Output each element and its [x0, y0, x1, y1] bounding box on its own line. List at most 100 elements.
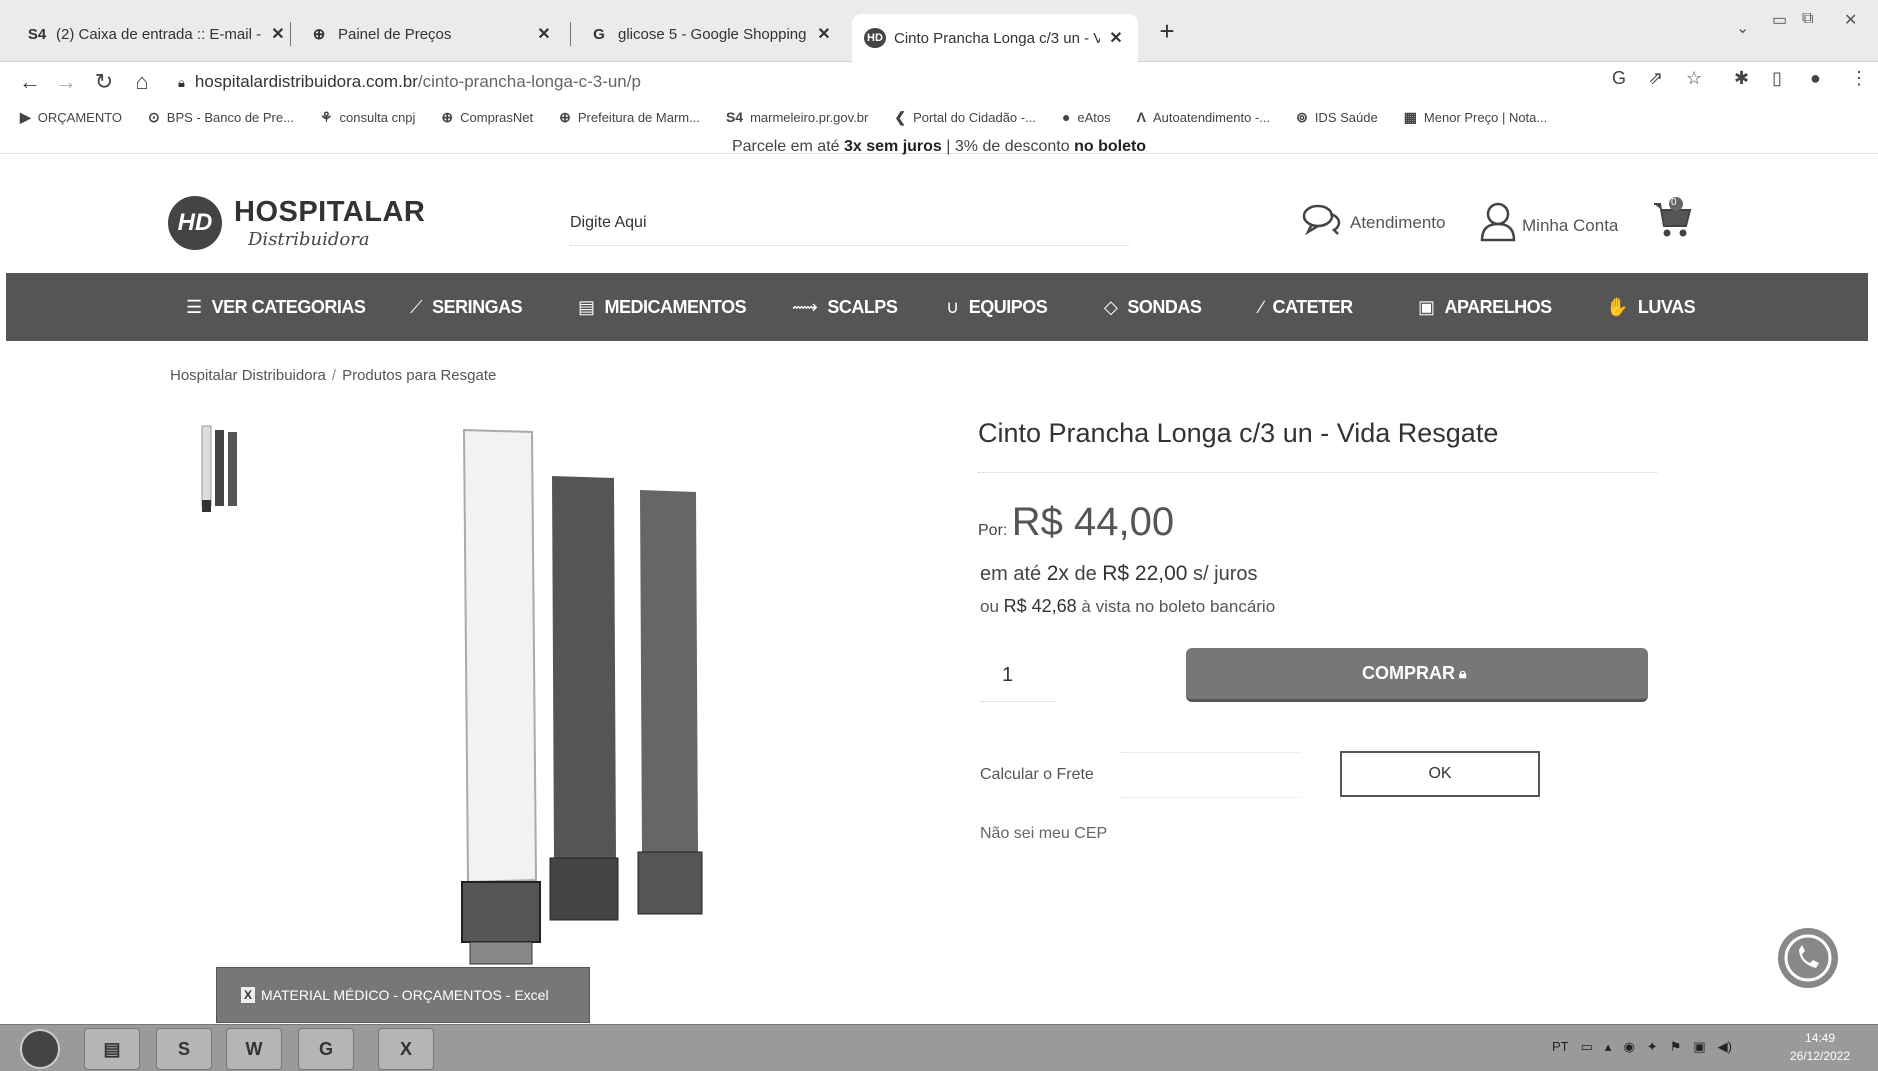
freight-label: Calcular o Frete: [980, 766, 1094, 783]
tray-arrow-icon[interactable]: ▴: [1605, 1039, 1612, 1055]
breadcrumb-home[interactable]: Hospitalar Distribuidora: [170, 367, 326, 384]
google-lens-icon[interactable]: G: [1612, 68, 1626, 89]
tab-search-icon[interactable]: ⌄: [1736, 18, 1749, 38]
close-tab-icon[interactable]: ✕: [814, 24, 834, 44]
clock-date: 26/12/2022: [1790, 1049, 1851, 1063]
whatsapp-icon[interactable]: [1778, 928, 1838, 988]
google-icon: G: [593, 25, 605, 43]
skype-icon[interactable]: S: [156, 1028, 212, 1070]
tab-painel-precos[interactable]: ⊕ Painel de Preços ✕: [296, 16, 566, 52]
tab-email[interactable]: S4 (2) Caixa de entrada :: E-mail - n ✕: [14, 16, 300, 52]
nav-label: SONDAS: [1127, 297, 1202, 317]
back-icon[interactable]: ←: [14, 66, 46, 98]
new-tab-button[interactable]: +: [1150, 16, 1184, 50]
quantity-input[interactable]: 1: [980, 652, 1056, 702]
lock-icon: 🔒︎: [1459, 665, 1467, 681]
breadcrumb-separator: /: [331, 367, 337, 384]
bookmark-item[interactable]: Λ Autoatendimento -...: [1137, 109, 1270, 125]
category-nav: ☰ VER CATEGORIAS ⟋ SERINGAS ▤ MEDICAMENTOS …: [6, 273, 1868, 341]
close-window-icon[interactable]: ✕: [1844, 10, 1857, 30]
search-input[interactable]: Digite Aqui: [570, 210, 1130, 246]
settings-icon[interactable]: ✦: [1647, 1039, 1658, 1055]
profile-icon[interactable]: ●: [1810, 68, 1821, 89]
hamburger-icon: ☰: [186, 297, 202, 317]
monitor-icon[interactable]: ▣: [1693, 1039, 1705, 1055]
support-link[interactable]: Atendimento: [1302, 202, 1445, 244]
windows-start-icon[interactable]: [20, 1029, 60, 1069]
price-value: R$ 44,00: [1011, 500, 1175, 544]
close-tab-icon[interactable]: ✕: [268, 24, 288, 44]
cep-help-link[interactable]: Não sei meu CEP: [980, 825, 1107, 843]
logo-text: HOSPITALAR Distribuidora: [234, 196, 425, 250]
explorer-icon[interactable]: ▤: [84, 1028, 140, 1070]
nav-cateter[interactable]: ∕ CATETER: [1260, 297, 1353, 318]
bookmark-item[interactable]: ⊕ ComprasNet: [441, 109, 533, 126]
browser-tab-bar: S4 (2) Caixa de entrada :: E-mail - n ✕ …: [0, 0, 1878, 62]
nav-equipos[interactable]: ∪ EQUIPOS: [946, 297, 1048, 318]
bookmark-item[interactable]: ⚘ consulta cnpj: [320, 109, 415, 126]
restore-icon[interactable]: ⧉: [1802, 10, 1813, 28]
keyboard-icon[interactable]: ▭: [1581, 1039, 1593, 1055]
cep-input[interactable]: [1120, 752, 1300, 798]
bookmarks-bar: ▶ ORÇAMENTO ⊙ BPS - Banco de Pre... ⚘ consu…: [20, 102, 1573, 132]
excel-icon[interactable]: X: [378, 1028, 434, 1070]
forward-icon[interactable]: →: [50, 66, 82, 98]
bookmark-item[interactable]: ⊚ IDS Saúde: [1296, 109, 1378, 126]
tab-cinto-prancha[interactable]: HD Cinto Prancha Longa c/3 un - V ✕: [852, 14, 1138, 62]
word-icon[interactable]: W: [226, 1028, 282, 1070]
bookmark-item[interactable]: ⊙ BPS - Banco de Pre...: [148, 109, 294, 126]
url-field[interactable]: 🔒︎ hospitalardistribuidora.com.br/cinto-p…: [178, 66, 641, 98]
bookmark-item[interactable]: ● eAtos: [1062, 109, 1111, 125]
nav-medicamentos[interactable]: ▤ MEDICAMENTOS: [578, 297, 747, 318]
product-image[interactable]: [440, 420, 740, 980]
buy-button[interactable]: COMPRAR 🔒︎: [1186, 648, 1648, 702]
nav-luvas[interactable]: ✋ LUVAS: [1606, 297, 1696, 318]
bookmark-star-icon[interactable]: ☆: [1686, 68, 1702, 89]
clock[interactable]: 14:49 26/12/2022: [1790, 1029, 1850, 1065]
close-tab-icon[interactable]: ✕: [534, 24, 554, 44]
chrome-icon[interactable]: G: [298, 1028, 354, 1070]
menu-icon[interactable]: ⋮: [1850, 68, 1868, 89]
minimize-icon[interactable]: ▭: [1772, 10, 1787, 30]
volume-icon[interactable]: ◀): [1718, 1039, 1732, 1055]
bookmark-label: consulta cnpj: [339, 109, 416, 125]
bookmark-item[interactable]: ▦ Menor Preço | Nota...: [1404, 109, 1548, 126]
medicine-icon: ▤: [578, 297, 595, 317]
home-icon[interactable]: ⌂: [126, 66, 158, 98]
cart-icon[interactable]: 0: [1652, 196, 1692, 240]
excel-taskbar-preview[interactable]: X MATERIAL MÉDICO - ORÇAMENTOS - Excel: [216, 967, 590, 1023]
autoatendimento-icon: Λ: [1136, 109, 1146, 125]
nav-label: VER CATEGORIAS: [211, 297, 366, 317]
url-path: /cinto-prancha-longa-c-3-un/p: [417, 72, 641, 91]
boleto-text: ou: [980, 597, 1004, 616]
network-icon[interactable]: ◉: [1623, 1039, 1634, 1055]
bookmark-label: marmeleiro.pr.gov.br: [750, 109, 869, 125]
close-tab-icon[interactable]: ✕: [1106, 28, 1126, 48]
play-icon: ▶: [20, 108, 31, 125]
nav-seringas[interactable]: ⟋ SERINGAS: [410, 297, 523, 318]
bookmark-item[interactable]: ❮ Portal do Cidadão -...: [894, 109, 1036, 126]
bookmark-item[interactable]: ▶ ORÇAMENTO: [20, 109, 122, 126]
price-block: Por: R$ 44,00: [978, 500, 1174, 545]
side-panel-icon[interactable]: ▯: [1772, 68, 1782, 89]
nav-sondas[interactable]: ◇ SONDAS: [1104, 297, 1202, 318]
bookmark-label: BPS - Banco de Pre...: [166, 109, 294, 125]
reload-icon[interactable]: ↻: [88, 66, 120, 98]
bookmark-label: Autoatendimento -...: [1153, 109, 1271, 125]
account-link[interactable]: Minha Conta: [1480, 202, 1618, 250]
share-icon[interactable]: ⇗: [1648, 68, 1663, 89]
boleto-info: ou R$ 42,68 à vista no boleto bancário: [980, 596, 1275, 617]
nav-scalps[interactable]: ⟿ SCALPS: [792, 297, 898, 318]
site-logo[interactable]: HD HOSPITALAR Distribuidora: [168, 196, 425, 250]
bookmark-item[interactable]: ⊕ Prefeitura de Marm...: [559, 109, 700, 126]
extensions-icon[interactable]: ✱: [1734, 68, 1749, 89]
flag-icon[interactable]: ⚑: [1670, 1039, 1682, 1055]
tab-google-shopping[interactable]: G glicose 5 - Google Shopping ✕: [576, 16, 846, 52]
nav-aparelhos[interactable]: ▣ APARELHOS: [1418, 297, 1552, 318]
breadcrumb-current[interactable]: Produtos para Resgate: [342, 367, 496, 384]
ok-button[interactable]: OK: [1340, 751, 1540, 797]
product-thumbnail[interactable]: [198, 422, 246, 518]
bookmark-item[interactable]: S4 marmeleiro.pr.gov.br: [726, 109, 868, 125]
nav-ver-categorias[interactable]: ☰ VER CATEGORIAS: [186, 297, 366, 318]
language-indicator[interactable]: PT: [1552, 1039, 1569, 1055]
